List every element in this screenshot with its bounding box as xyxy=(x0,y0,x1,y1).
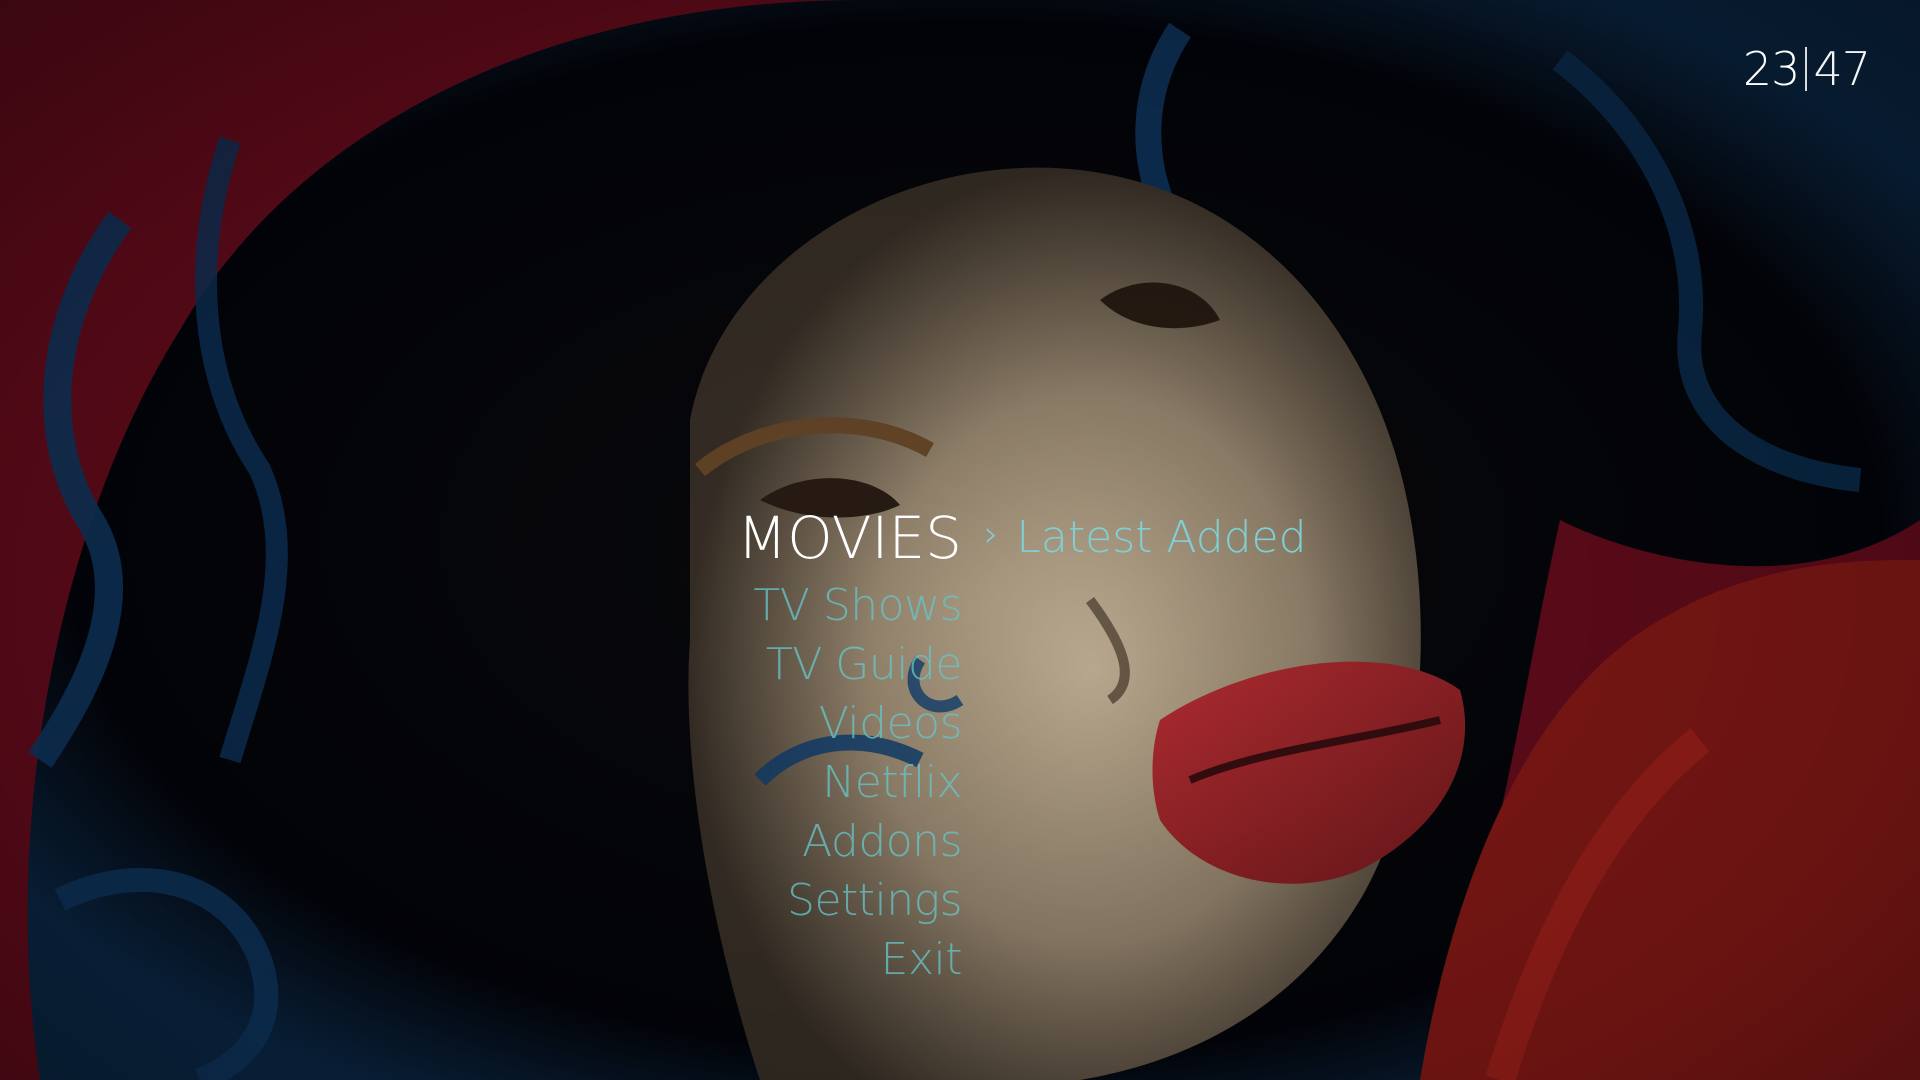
menu-item-tv-guide[interactable]: TV Guide xyxy=(766,635,963,694)
clock: 23 47 xyxy=(1742,42,1871,96)
menu-item-netflix[interactable]: Netflix xyxy=(822,753,962,812)
menu-item-tv-shows[interactable]: TV Shows xyxy=(753,576,962,635)
home-screen: 23 47 MOVIES TV Shows TV Guide Videos Ne… xyxy=(0,0,1920,1080)
clock-minutes: 47 xyxy=(1813,42,1871,96)
menu-item-exit[interactable]: Exit xyxy=(881,930,963,989)
menu-item-videos[interactable]: Videos xyxy=(819,694,963,753)
main-menu: MOVIES TV Shows TV Guide Videos Netflix … xyxy=(0,500,962,989)
menu-item-settings[interactable]: Settings xyxy=(787,871,962,930)
clock-separator xyxy=(1805,47,1808,91)
submenu-latest-added[interactable]: › Latest Added xyxy=(984,512,1307,563)
clock-hours: 23 xyxy=(1742,42,1801,96)
menu-item-movies[interactable]: MOVIES xyxy=(737,500,962,576)
chevron-right-icon: › xyxy=(984,514,999,555)
menu-item-addons[interactable]: Addons xyxy=(802,812,962,871)
submenu-label: Latest Added xyxy=(1016,512,1307,563)
